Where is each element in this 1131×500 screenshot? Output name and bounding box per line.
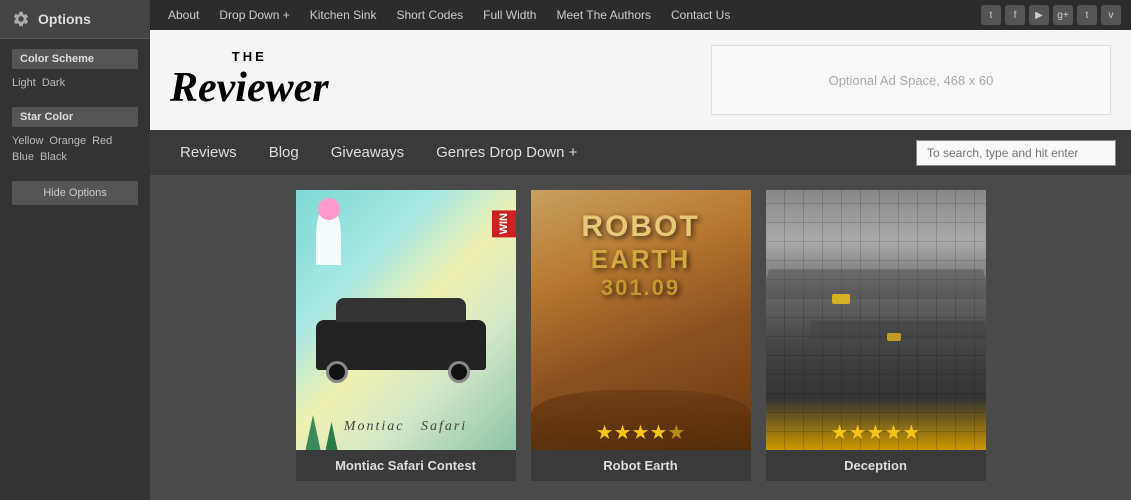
star-color-yellow[interactable]: Yellow [12, 135, 43, 147]
ad-space: Optional Ad Space, 468 x 60 [711, 45, 1111, 115]
wheel-rear [448, 361, 470, 383]
sec-nav-blog[interactable]: Blog [254, 130, 314, 175]
card1-background: WIN Montiac Safari [296, 190, 516, 450]
social-google-icon[interactable]: g+ [1053, 5, 1073, 25]
site-header: THE Reviewer Optional Ad Space, 468 x 60 [150, 30, 1131, 130]
color-scheme-label: Color Scheme [12, 49, 138, 69]
nav-short-codes[interactable]: Short Codes [388, 0, 471, 30]
card2-background: ROBOT EARTH 301.09 ★★★★★ [531, 190, 751, 450]
card-robot-title: Robot Earth [531, 450, 751, 481]
nav-dropdown[interactable]: Drop Down + [211, 0, 297, 30]
top-nav-links: About Drop Down + Kitchen Sink Short Cod… [160, 0, 738, 30]
sec-nav-giveaways[interactable]: Giveaways [316, 130, 419, 175]
hide-options-button[interactable]: Hide Options [12, 181, 138, 205]
color-scheme-dark[interactable]: Dark [42, 77, 65, 89]
star-color-blue[interactable]: Blue [12, 151, 34, 163]
sec-nav-reviews[interactable]: Reviews [165, 130, 252, 175]
card-robot-image: ROBOT EARTH 301.09 ★★★★★ [531, 190, 751, 450]
logo-reviewer: Reviewer [170, 64, 329, 112]
nav-kitchen-sink[interactable]: Kitchen Sink [302, 0, 385, 30]
card-deception-stars: ★★★★★ [766, 420, 986, 445]
robot-line3: 301.09 [581, 275, 699, 301]
gear-icon [12, 10, 30, 28]
main-content: About Drop Down + Kitchen Sink Short Cod… [150, 0, 1131, 500]
logo-the: THE [170, 49, 329, 64]
card-deception-title: Deception [766, 450, 986, 481]
star-color-black[interactable]: Black [40, 151, 67, 163]
card-montiac[interactable]: WIN Montiac Safari [296, 190, 516, 481]
card3-background: ★★★★★ [766, 190, 986, 450]
nav-meet-authors[interactable]: Meet The Authors [548, 0, 659, 30]
secondary-nav: Reviews Blog Giveaways Genres Drop Down … [150, 130, 1131, 175]
card1-text: Montiac Safari [296, 419, 516, 435]
wheel-front [326, 361, 348, 383]
card-robot-stars: ★★★★★ [531, 420, 751, 445]
star-color-options-2: Blue Black [12, 149, 138, 165]
nav-contact-us[interactable]: Contact Us [663, 0, 738, 30]
social-twitter-icon[interactable]: t [981, 5, 1001, 25]
social-icons-group: t f ▶ g+ t v [981, 5, 1121, 25]
search-input[interactable] [916, 140, 1116, 166]
star-color-label: Star Color [12, 107, 138, 127]
cards-area: WIN Montiac Safari [150, 175, 1131, 491]
social-vimeo-icon[interactable]: v [1101, 5, 1121, 25]
nav-full-width[interactable]: Full Width [475, 0, 544, 30]
win-ribbon: WIN [492, 210, 516, 237]
color-scheme-options: Light Dark [12, 75, 138, 91]
color-scheme-section: Color Scheme Light Dark [0, 39, 150, 97]
social-facebook-icon[interactable]: f [1005, 5, 1025, 25]
card1-wheels [326, 361, 470, 383]
card-montiac-title: Montiac Safari Contest [296, 450, 516, 481]
nav-about[interactable]: About [160, 0, 207, 30]
options-title: Options [38, 11, 91, 27]
card-deception[interactable]: ★★★★★ Deception [766, 190, 986, 481]
social-youtube-icon[interactable]: ▶ [1029, 5, 1049, 25]
star-color-options: Yellow Orange Red [12, 133, 138, 149]
color-scheme-light[interactable]: Light [12, 77, 36, 89]
card-montiac-image: WIN Montiac Safari [296, 190, 516, 450]
robot-line1: ROBOT [581, 210, 699, 244]
top-nav: About Drop Down + Kitchen Sink Short Cod… [150, 0, 1131, 30]
star-color-orange[interactable]: Orange [49, 135, 86, 147]
star-color-section: Star Color Yellow Orange Red Blue Black [0, 97, 150, 171]
robot-line2: EARTH [581, 244, 699, 275]
sec-nav-genres[interactable]: Genres Drop Down + [421, 130, 592, 175]
card-deception-image: ★★★★★ [766, 190, 986, 450]
star-color-red[interactable]: Red [92, 135, 112, 147]
card-robot-earth[interactable]: ROBOT EARTH 301.09 ★★★★★ Robot Earth [531, 190, 751, 481]
sec-nav-links: Reviews Blog Giveaways Genres Drop Down … [165, 130, 592, 175]
options-header: Options [0, 0, 150, 39]
social-tumblr-icon[interactable]: t [1077, 5, 1097, 25]
logo[interactable]: THE Reviewer [170, 49, 329, 112]
options-panel: Options Color Scheme Light Dark Star Col… [0, 0, 150, 500]
